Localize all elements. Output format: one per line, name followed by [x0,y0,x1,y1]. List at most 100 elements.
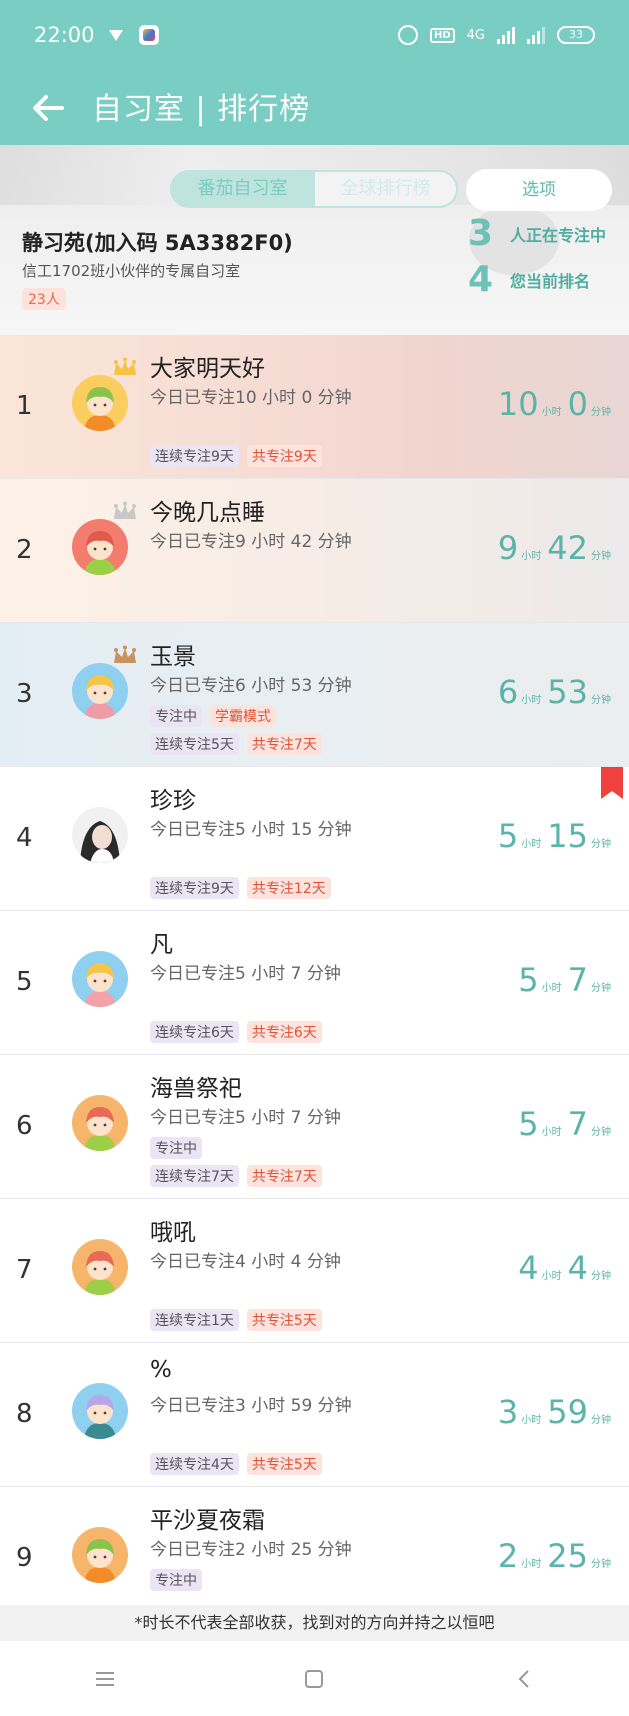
user-name: % [150,1357,172,1383]
status-tags: 专注中 [150,1137,202,1159]
minutes-unit: 分钟 [591,839,611,850]
focus-duration: 10 小时 0 分钟 [498,385,611,423]
avatar[interactable] [72,1527,128,1583]
duration-hours: 9 [497,529,519,567]
rank-row[interactable]: 1 大家明天好 今日已专注10 小时 0 分钟 连续专注9天 共专注9天 10 小时 … [0,335,629,479]
duration-hours: 5 [518,1105,539,1143]
status-tag: 学霸模式 [210,705,276,727]
avatar[interactable] [72,807,128,863]
room-description: 信工1702班小伙伴的专属自习室 [22,262,241,280]
avatar[interactable] [72,1095,128,1151]
rank-number: 2 [16,535,33,565]
avatar[interactable] [72,1383,128,1439]
rank-number: 3 [16,679,33,709]
avatar[interactable] [72,375,128,431]
rank-number: 5 [16,967,33,997]
focus-duration: 4 小时 4 分钟 [518,1249,611,1287]
segmented-control: 番茄自习室 全球排行榜 [170,170,458,208]
cell-signal-icon [497,26,515,44]
home-nav-button[interactable] [284,1659,344,1699]
duration-minutes: 59 [547,1393,588,1431]
back-icon [518,1669,529,1688]
hours-unit: 小时 [521,1415,542,1426]
member-count-badge: 23人 [22,288,66,310]
status-tags: 专注中 [150,1569,202,1591]
rank-number: 6 [16,1111,33,1141]
focus-duration: 6 小时 53 分钟 [498,673,611,711]
today-focus-text: 今日已专注5 小时 7 分钟 [150,964,341,984]
duration-hours: 5 [497,817,519,855]
duration-minutes: 42 [547,529,588,567]
cell-signal-2-icon [527,26,545,44]
rank-row[interactable]: 5 凡今日已专注5 小时 7 分钟 连续专注6天 共专注6天 5 小时 7 分钟 [0,911,629,1055]
rank-number: 4 [16,823,33,853]
streak-tag: 连续专注9天 [150,445,239,467]
rank-number: 7 [16,1255,33,1285]
minutes-unit: 分钟 [591,551,611,562]
duration-hours: 6 [497,673,519,711]
back-nav-button[interactable] [494,1659,554,1699]
hours-unit: 小时 [521,1559,542,1570]
focus-duration: 2 小时 25 分钟 [498,1537,611,1575]
streak-tags: 连续专注1天 共专注5天 [150,1309,322,1331]
streak-tag: 连续专注1天 [150,1309,239,1331]
duration-hours: 10 [497,385,539,423]
streak-tag: 连续专注9天 [150,877,239,899]
today-focus-text: 今日已专注10 小时 0 分钟 [150,388,352,408]
focus-duration: 5 小时 7 分钟 [518,961,611,999]
rank-list: 1 大家明天好 今日已专注10 小时 0 分钟 连续专注9天 共专注9天 10 小时 … [0,335,629,1631]
back-arrow-icon[interactable] [28,88,68,128]
room-name: 静习苑(加入码 5A3382F0) [22,231,293,255]
today-focus-text: 今日已专注3 小时 59 分钟 [150,1396,352,1416]
duration-minutes: 4 [567,1249,588,1287]
streak-tag: 连续专注7天 [150,1165,239,1187]
footer-note: *时长不代表全部收获，找到对的方向并持之以恒吧 [0,1605,629,1641]
streak-tag: 共专注6天 [246,1021,322,1043]
hours-unit: 小时 [541,407,562,418]
today-focus-text: 今日已专注6 小时 53 分钟 [150,676,352,696]
user-name: 海兽祭祀 [150,1076,242,1102]
duration-minutes: 0 [567,385,588,423]
app-bar: 自习室 | 排行榜 [0,70,629,145]
streak-tag: 共专注5天 [246,1453,322,1475]
hours-unit: 小时 [541,1127,562,1138]
app-notification-icon [138,25,159,45]
avatar[interactable] [72,1239,128,1295]
alarm-icon [397,25,418,45]
rank-row[interactable]: 4 珍珍 今日已专注5 小时 15 分钟 连续专注9天 共专注12天 5 小时 15 … [0,767,629,911]
system-nav-bar [0,1641,629,1716]
today-focus-text: 今日已专注9 小时 42 分钟 [150,532,352,552]
focus-duration: 3 小时 59 分钟 [498,1393,611,1431]
my-rank-label: 您当前排名 [510,271,591,291]
user-name: 珍珍 [150,788,196,814]
duration-hours: 2 [497,1537,519,1575]
focusing-label: 人正在专注中 [510,225,607,245]
duration-minutes: 7 [567,961,588,999]
duration-hours: 3 [497,1393,519,1431]
rank-row[interactable]: 7 哦吼 今日已专注4 小时 4 分钟 连续专注1天 共专注5天 4 小时 4 分钟 [0,1199,629,1343]
hours-unit: 小时 [541,983,562,994]
today-focus-text: 今日已专注5 小时 15 分钟 [150,820,352,840]
bookmark-icon [601,767,623,799]
menu-nav-button[interactable] [75,1659,135,1699]
streak-tag: 连续专注4天 [150,1453,239,1475]
avatar[interactable] [72,519,128,575]
minutes-unit: 分钟 [591,1559,611,1570]
rank-row[interactable]: 3 玉景 今日已专注6 小时 53 分钟 专注中 学霸模式 连续专注5天 共专注7天 6 … [0,623,629,767]
tab-global-rank[interactable]: 全球排行榜 [313,172,456,206]
options-button[interactable]: 选项 [466,169,612,211]
avatar[interactable] [72,951,128,1007]
page-title: 自习室 | 排行榜 [92,92,311,127]
user-name: 凡 [150,932,173,958]
rank-row[interactable]: 8 % 今日已专注3 小时 59 分钟 连续专注4天 共专注5天 3 小时 59 分钟 [0,1343,629,1487]
tab-tomato-room[interactable]: 番茄自习室 [172,172,313,206]
my-rank-stat: 4 您当前排名 [468,259,590,300]
my-rank-number: 4 [468,259,494,300]
status-tag: 专注中 [150,705,202,727]
hours-unit: 小时 [521,695,542,706]
streak-tags: 连续专注9天 共专注12天 [150,877,331,899]
avatar[interactable] [72,663,128,719]
rank-row[interactable]: 2 今晚几点睡 今日已专注9 小时 42 分钟 9 小时 42 分钟 [0,479,629,623]
rank-row[interactable]: 6 海兽祭祀 今日已专注5 小时 7 分钟 专注中 连续专注7天 共专注7天 5 小时 … [0,1055,629,1199]
duration-minutes: 15 [547,817,588,855]
